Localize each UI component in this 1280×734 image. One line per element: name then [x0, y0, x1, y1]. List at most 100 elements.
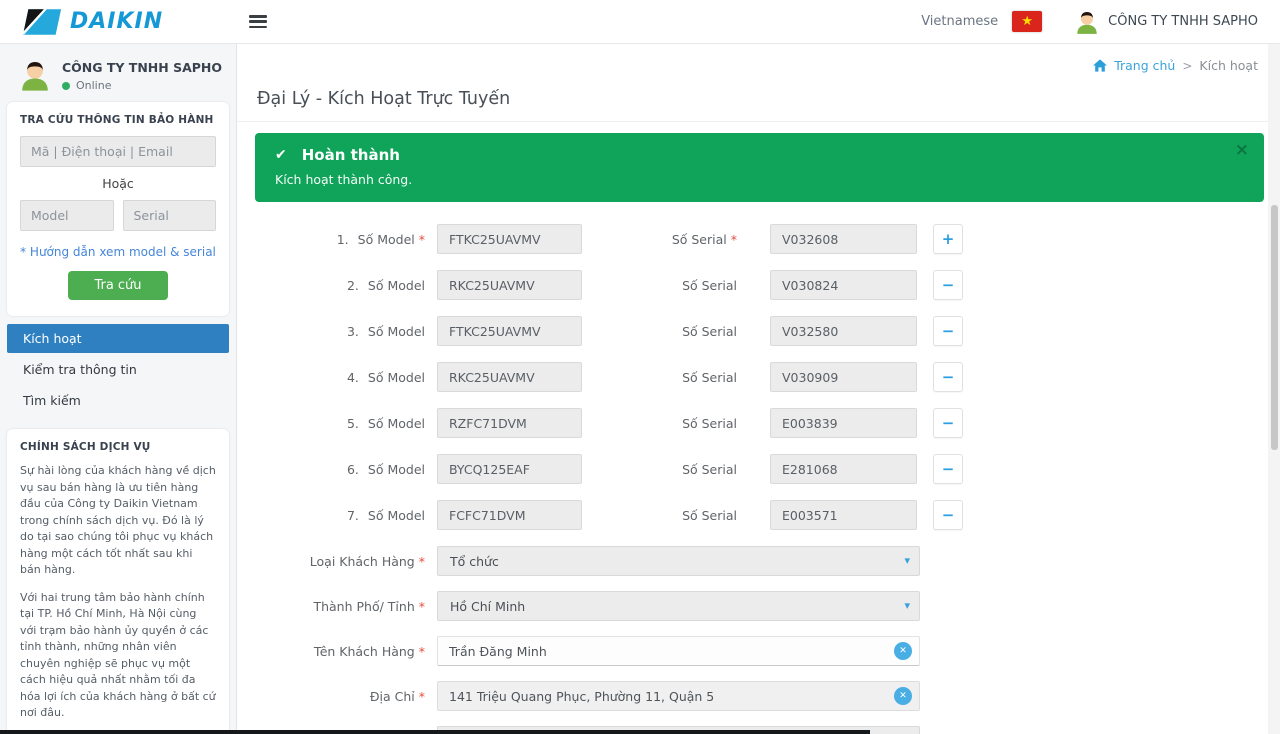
- row-index: 4.: [347, 370, 359, 385]
- serial-input[interactable]: [770, 316, 917, 346]
- breadcrumb-current: Kích hoạt: [1199, 58, 1258, 73]
- model-input[interactable]: [437, 224, 582, 254]
- customer-name-row: Tên Khách Hàng* ✕: [255, 636, 1264, 666]
- scrollbar-thumb[interactable]: [1271, 205, 1278, 450]
- device-row: 5.Số Model Số Serial −: [255, 408, 1264, 438]
- customer-name-input[interactable]: [437, 636, 920, 666]
- scrollbar-track[interactable]: [1268, 44, 1280, 734]
- lookup-code-input[interactable]: [20, 136, 216, 167]
- clear-icon[interactable]: ✕: [894, 642, 912, 660]
- model-label: Số Model: [368, 370, 425, 385]
- lookup-card-title: TRA CỨU THÔNG TIN BẢO HÀNH: [20, 114, 216, 126]
- serial-label: Số Serial: [672, 232, 727, 247]
- serial-label: Số Serial: [682, 278, 737, 293]
- required-mark: *: [419, 232, 425, 247]
- avatar: [18, 58, 52, 92]
- app-window: DAIKIN Vietnamese ★ CÔNG TY TNHH SAPHO: [0, 0, 1280, 734]
- remove-row-button[interactable]: −: [933, 362, 963, 392]
- model-input[interactable]: [437, 270, 582, 300]
- model-input[interactable]: [437, 362, 582, 392]
- footer-top-edge: [0, 730, 870, 734]
- page-title: Đại Lý - Kích Hoạt Trực Tuyến: [257, 89, 510, 109]
- policy-card-title: CHÍNH SÁCH DỊCH VỤ: [20, 441, 216, 453]
- customer-name-label: Tên Khách Hàng: [314, 644, 415, 659]
- online-status-label: Online: [76, 79, 111, 92]
- policy-paragraph: Sự hài lòng của khách hàng về dịch vụ sa…: [20, 463, 216, 579]
- serial-input[interactable]: [770, 270, 917, 300]
- serial-input[interactable]: [770, 362, 917, 392]
- required-mark: *: [419, 554, 425, 569]
- success-alert: ✔ Hoàn thành Kích hoạt thành công. ×: [255, 133, 1264, 202]
- row-index: 3.: [347, 324, 359, 339]
- remove-row-button[interactable]: −: [933, 454, 963, 484]
- device-row: 1.Số Model* Số Serial* +: [255, 224, 1264, 254]
- model-label: Số Model: [368, 508, 425, 523]
- model-input[interactable]: [437, 454, 582, 484]
- serial-label: Số Serial: [682, 462, 737, 477]
- customer-type-select[interactable]: Tổ chức: [437, 546, 920, 576]
- serial-input[interactable]: [770, 454, 917, 484]
- sidebar-user-block: CÔNG TY TNHH SAPHO Online: [0, 52, 236, 102]
- remove-row-button[interactable]: −: [933, 408, 963, 438]
- daikin-logo-mark: [22, 8, 62, 36]
- breadcrumb-home-link[interactable]: Trang chủ: [1114, 58, 1175, 73]
- sidebar-nav: Kích hoạt Kiểm tra thông tin Tìm kiếm: [0, 324, 236, 415]
- or-label: Hoặc: [20, 176, 216, 191]
- daikin-logo[interactable]: DAIKIN: [22, 8, 163, 36]
- model-label: Số Model: [368, 278, 425, 293]
- avatar: [1074, 9, 1100, 35]
- customer-type-label: Loại Khách Hàng: [310, 554, 415, 569]
- required-mark: *: [731, 232, 737, 247]
- account-menu[interactable]: CÔNG TY TNHH SAPHO: [1074, 9, 1258, 35]
- breadcrumb: Trang chủ > Kích hoạt: [255, 44, 1264, 79]
- sidebar-item-tim-kiem[interactable]: Tìm kiếm: [7, 386, 229, 415]
- breadcrumb-separator: >: [1182, 59, 1192, 73]
- row-index: 6.: [347, 462, 359, 477]
- lookup-model-input[interactable]: [20, 200, 114, 231]
- device-row: 6.Số Model Số Serial −: [255, 454, 1264, 484]
- account-name: CÔNG TY TNHH SAPHO: [1108, 14, 1258, 29]
- alert-message: Kích hoạt thành công.: [275, 172, 1244, 187]
- serial-input[interactable]: [770, 408, 917, 438]
- lookup-search-button[interactable]: Tra cứu: [68, 271, 167, 300]
- menu-toggle-icon[interactable]: [249, 15, 267, 28]
- serial-input[interactable]: [770, 500, 917, 530]
- device-row: 3.Số Model Số Serial −: [255, 316, 1264, 346]
- city-row: Thành Phố/ Tỉnh* Hồ Chí Minh ▾: [255, 591, 1264, 621]
- device-row: 7.Số Model Số Serial −: [255, 500, 1264, 530]
- serial-input[interactable]: [770, 224, 917, 254]
- main-content: Trang chủ > Kích hoạt Đại Lý - Kích Hoạt…: [237, 44, 1280, 734]
- sidebar-item-kich-hoat[interactable]: Kích hoạt: [7, 324, 229, 353]
- model-input[interactable]: [437, 500, 582, 530]
- chevron-down-icon: ▾: [904, 554, 910, 567]
- row-index: 2.: [347, 278, 359, 293]
- alert-title: Hoàn thành: [302, 146, 400, 164]
- row-index: 7.: [347, 508, 359, 523]
- device-row: 2. Số Model Số Serial −: [255, 270, 1264, 300]
- close-icon[interactable]: ×: [1235, 142, 1249, 159]
- sidebar-item-kiem-tra-thong-tin[interactable]: Kiểm tra thông tin: [7, 355, 229, 384]
- row-index: 1.: [337, 232, 349, 247]
- vietnam-flag-icon[interactable]: ★: [1012, 11, 1042, 32]
- language-label: Vietnamese: [921, 14, 998, 29]
- model-input[interactable]: [437, 408, 582, 438]
- remove-row-button[interactable]: −: [933, 270, 963, 300]
- check-icon: ✔: [275, 147, 287, 163]
- model-label: Số Model: [368, 324, 425, 339]
- remove-row-button[interactable]: −: [933, 316, 963, 346]
- address-label: Địa Chỉ: [370, 689, 415, 704]
- add-row-button[interactable]: +: [933, 224, 963, 254]
- city-select[interactable]: Hồ Chí Minh: [437, 591, 920, 621]
- serial-label: Số Serial: [682, 370, 737, 385]
- row-index: 5.: [347, 416, 359, 431]
- chevron-down-icon: ▾: [904, 599, 910, 612]
- clear-icon[interactable]: ✕: [894, 687, 912, 705]
- remove-row-button[interactable]: −: [933, 500, 963, 530]
- model-input[interactable]: [437, 316, 582, 346]
- model-serial-guide-link[interactable]: * Hướng dẫn xem model & serial: [20, 245, 216, 259]
- activation-form: 1. Số Model * Số Serial * + 2. Số Model: [255, 224, 1264, 734]
- brand-text: DAIKIN: [70, 9, 163, 34]
- lookup-serial-input[interactable]: [123, 200, 217, 231]
- home-icon[interactable]: [1093, 59, 1107, 72]
- address-input[interactable]: [437, 681, 920, 711]
